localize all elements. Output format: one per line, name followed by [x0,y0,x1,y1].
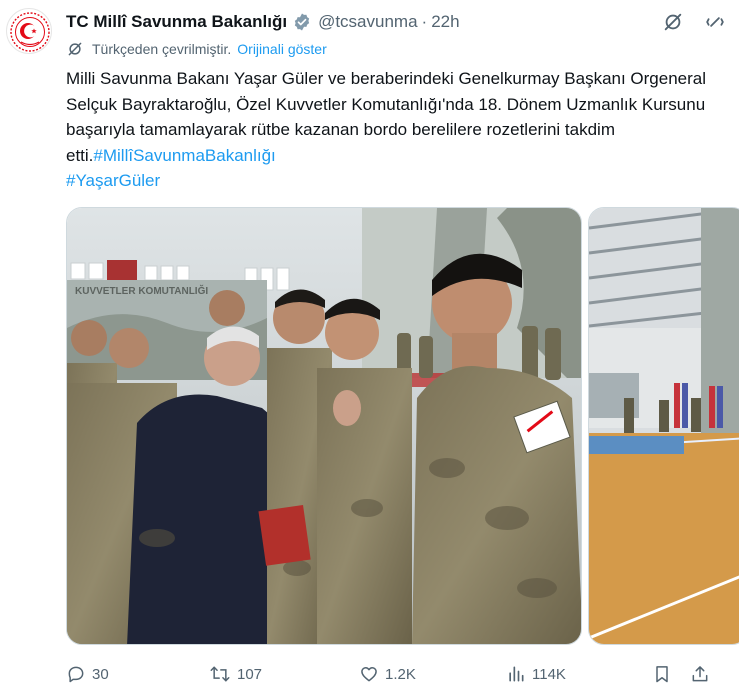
like-icon [359,664,379,684]
views-icon [506,664,526,684]
hashtag-yasar-guler[interactable]: #YaşarGüler [66,171,160,190]
tweet: TC Millî Savunma Bakanlığı @tcsavunma · … [0,0,739,689]
ministry-logo-icon [10,12,50,52]
more-icon[interactable] [703,10,727,34]
author-handle[interactable]: @tcsavunma [318,12,417,32]
translate-icon [66,40,84,58]
repost-count: 107 [237,665,263,683]
bookmark-button[interactable] [652,664,672,684]
share-button[interactable] [690,664,710,684]
like-count: 1.2K [385,665,416,683]
tweet-photo-1[interactable]: KUVVETLER KOMUTANLIĞI [66,207,582,645]
hashtag-msb[interactable]: #MillîSavunmaBakanlığı [93,146,275,165]
author-name[interactable]: TC Millî Savunma Bakanlığı [66,12,287,32]
bookmark-icon [652,664,672,684]
reply-button[interactable]: 30 [66,664,109,684]
top-actions [661,10,727,34]
show-original-link[interactable]: Orijinali göster [237,41,326,57]
timestamp[interactable]: 22h [431,12,459,32]
reply-icon [66,664,86,684]
translation-label: Türkçeden çevrilmiştir. [92,41,232,57]
tweet-actions: 30 107 1.2K 114K [66,661,716,687]
share-icon [690,664,710,684]
tweet-header: TC Millî Savunma Bakanlığı @tcsavunma · … [66,10,729,34]
views-button[interactable]: 114K [506,664,566,684]
views-count: 114K [532,665,566,683]
like-button[interactable]: 1.2K [359,664,416,684]
translation-note: Türkçeden çevrilmiştir. Orijinali göster [66,40,327,58]
separator-dot: · [421,12,428,31]
repost-button[interactable]: 107 [209,664,262,684]
translate-toggle-icon[interactable] [661,10,685,34]
tweet-text: Milli Savunma Bakanı Yaşar Güler ve bera… [66,66,730,194]
tweet-photo-2[interactable] [588,207,739,645]
mural-text: KUVVETLER KOMUTANLIĞI [75,284,208,297]
avatar[interactable] [6,8,52,54]
repost-icon [209,664,231,684]
reply-count: 30 [92,665,109,683]
verified-badge-icon [292,12,312,32]
